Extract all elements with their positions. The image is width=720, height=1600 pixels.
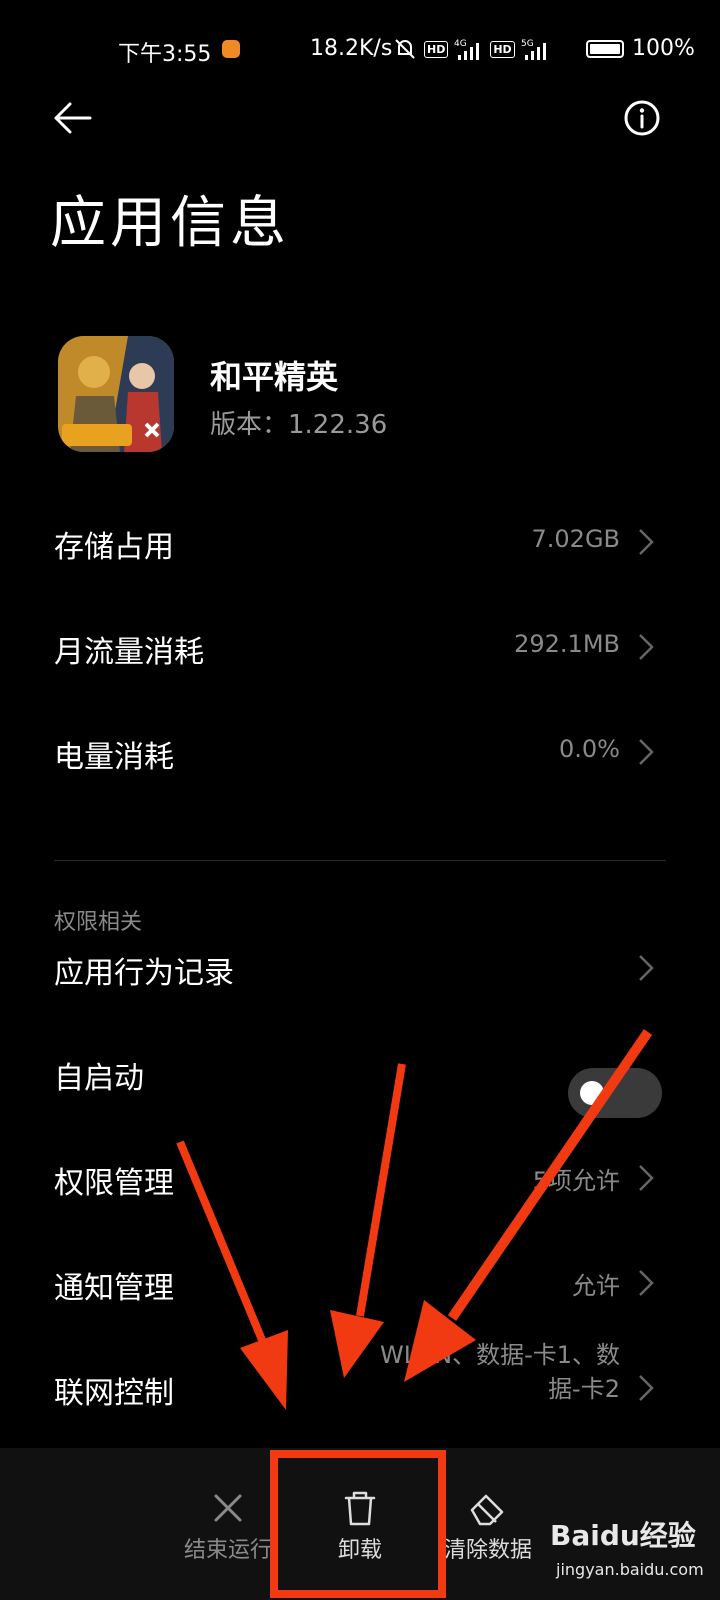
svg-text:4G: 4G xyxy=(454,39,467,49)
chevron-right-icon xyxy=(639,529,654,555)
battery-icon xyxy=(586,40,624,58)
chevron-right-icon xyxy=(639,955,654,981)
row-label: 联网控制 xyxy=(54,1376,174,1411)
back-button[interactable] xyxy=(50,96,94,140)
annotation-highlight-box xyxy=(270,1450,446,1598)
hd-icon-2: HD xyxy=(490,40,515,58)
row-label: 存储占用 xyxy=(54,530,174,565)
game-app-icon xyxy=(58,336,174,452)
network-control-value: WLAN、数据-卡1、数 据-卡2 xyxy=(340,1338,620,1406)
arrow-left-icon xyxy=(54,102,92,134)
app-version: 版本：1.22.36 xyxy=(210,410,388,440)
toggle-knob xyxy=(580,1081,604,1105)
status-time: 下午3:55 xyxy=(118,42,212,67)
row-value: 5项允许 xyxy=(532,1167,620,1195)
data-usage-row[interactable]: 月流量消耗 292.1MB xyxy=(0,597,720,697)
watermark-url: jingyan.baidu.com xyxy=(556,1560,704,1579)
row-label: 应用行为记录 xyxy=(54,956,234,991)
page-title: 应用信息 xyxy=(50,191,290,256)
app-behavior-record-row[interactable]: 应用行为记录 xyxy=(0,918,720,1018)
battery-percent: 100% xyxy=(632,36,695,61)
chevron-right-icon xyxy=(639,1375,654,1401)
row-label: 通知管理 xyxy=(54,1271,174,1306)
chevron-right-icon xyxy=(639,634,654,660)
signal-sim1-icon: 4G xyxy=(454,39,480,60)
info-button[interactable] xyxy=(622,98,662,138)
row-value: 292.1MB xyxy=(514,630,620,658)
status-icons: HD 4G HD 5G xyxy=(392,36,551,62)
eraser-icon xyxy=(470,1494,504,1526)
app-notification-icon xyxy=(222,40,240,58)
info-circle-icon xyxy=(624,100,660,136)
divider xyxy=(54,860,666,861)
row-value: 7.02GB xyxy=(531,525,621,553)
chevron-right-icon xyxy=(639,1165,654,1191)
watermark-brand: Baidu经验 xyxy=(550,1519,696,1552)
row-label: 自启动 xyxy=(54,1061,144,1096)
row-label: 月流量消耗 xyxy=(54,635,204,670)
app-name: 和平精英 xyxy=(210,358,339,396)
svg-text:5G: 5G xyxy=(521,39,534,49)
row-value: 0.0% xyxy=(559,735,620,763)
network-control-value-line1: WLAN、数据-卡1、数 xyxy=(380,1341,620,1369)
baidu-watermark: Baidu经验 jingyan.baidu.com xyxy=(550,1514,704,1594)
network-speed: 18.2K/s xyxy=(310,36,393,61)
mute-bell-icon xyxy=(395,39,415,59)
hd-icon: HD xyxy=(424,40,449,58)
row-value: 允许 xyxy=(572,1272,620,1300)
storage-row[interactable]: 存储占用 7.02GB xyxy=(0,492,720,592)
notification-management-row[interactable]: 通知管理 允许 xyxy=(0,1233,720,1333)
battery-usage-row[interactable]: 电量消耗 0.0% xyxy=(0,702,720,802)
signal-sim2-icon: 5G xyxy=(521,39,546,60)
row-label: 权限管理 xyxy=(54,1166,174,1201)
permission-management-row[interactable]: 权限管理 5项允许 xyxy=(0,1128,720,1228)
status-bar: 下午3:55 18.2K/s HD 4G HD 5G 100% xyxy=(0,0,720,100)
network-control-value-line2: 据-卡2 xyxy=(548,1375,620,1403)
autostart-toggle[interactable] xyxy=(568,1068,662,1118)
chevron-right-icon xyxy=(639,739,654,765)
chevron-right-icon xyxy=(639,1270,654,1296)
row-label: 电量消耗 xyxy=(54,740,174,775)
close-icon xyxy=(214,1494,242,1522)
